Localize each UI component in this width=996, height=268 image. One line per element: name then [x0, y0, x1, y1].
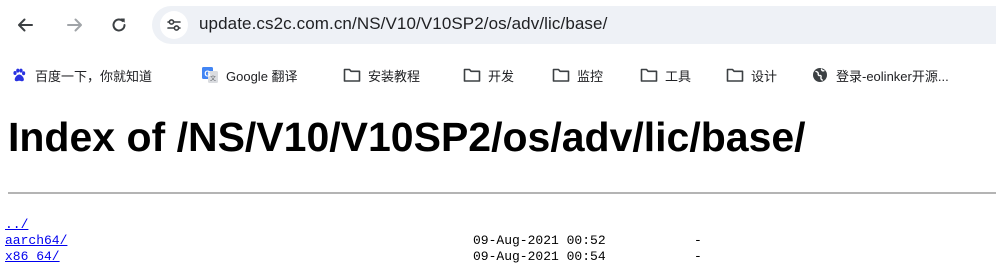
svg-text:文: 文	[210, 75, 216, 83]
page-content: Index of /NS/V10/V10SP2/os/adv/lic/base/…	[0, 96, 996, 268]
bookmarks-bar: 百度一下，你就知道 G 文 Google 翻译 安装教程 开发 监控 工具 设计…	[0, 54, 996, 96]
back-button[interactable]	[11, 11, 39, 39]
page-title: Index of /NS/V10/V10SP2/os/adv/lic/base/	[8, 114, 806, 160]
folder-icon	[463, 66, 481, 84]
bookmark-label: 登录-eolinker开源...	[836, 68, 949, 84]
reload-icon	[112, 18, 126, 32]
browser-toolbar: update.cs2c.com.cn/NS/V10/V10SP2/os/adv/…	[0, 0, 996, 50]
arrow-left-icon	[18, 18, 33, 32]
globe-icon	[811, 66, 829, 84]
tune-icon	[167, 19, 181, 31]
folder-icon	[726, 66, 744, 84]
parent-directory-link[interactable]: ../	[5, 217, 28, 233]
horizontal-rule	[8, 192, 996, 194]
bookmark-label: 百度一下，你就知道	[35, 68, 153, 84]
bookmark-folder-install-guide[interactable]: 安装教程	[343, 64, 420, 86]
google-translate-icon: G 文	[201, 66, 219, 84]
site-info-button[interactable]	[160, 11, 188, 39]
url-text[interactable]: update.cs2c.com.cn/NS/V10/V10SP2/os/adv/…	[199, 14, 607, 34]
baidu-paw-icon	[10, 66, 28, 84]
bookmark-label: 安装教程	[368, 68, 421, 84]
bookmark-label: 开发	[488, 68, 515, 84]
bookmark-folder-dev[interactable]: 开发	[463, 64, 514, 86]
folder-icon	[552, 66, 570, 84]
entry-size: -	[694, 233, 702, 248]
directory-link-aarch64[interactable]: aarch64/	[5, 233, 67, 249]
bookmark-label: Google 翻译	[226, 68, 298, 84]
folder-icon	[640, 66, 658, 84]
entry-date: 09-Aug-2021 00:52	[473, 233, 606, 248]
bookmark-label: 设计	[751, 68, 778, 84]
forward-button[interactable]	[61, 11, 89, 39]
bookmark-label: 监控	[577, 68, 604, 84]
bookmark-baidu[interactable]: 百度一下，你就知道	[10, 64, 152, 86]
bookmark-folder-monitor[interactable]: 监控	[552, 64, 603, 86]
directory-link-x86_64[interactable]: x86_64/	[5, 249, 60, 265]
bookmark-google-translate[interactable]: G 文 Google 翻译	[201, 64, 298, 86]
entry-size: -	[694, 249, 702, 264]
reload-button[interactable]	[105, 11, 133, 39]
bookmark-eolinker-login[interactable]: 登录-eolinker开源...	[811, 64, 949, 86]
folder-icon	[343, 66, 361, 84]
entry-date: 09-Aug-2021 00:54	[473, 249, 606, 264]
bookmark-folder-design[interactable]: 设计	[726, 64, 777, 86]
bookmark-label: 工具	[665, 68, 692, 84]
bookmark-folder-tools[interactable]: 工具	[640, 64, 691, 86]
arrow-right-icon	[67, 18, 82, 32]
address-bar[interactable]: update.cs2c.com.cn/NS/V10/V10SP2/os/adv/…	[152, 6, 996, 44]
